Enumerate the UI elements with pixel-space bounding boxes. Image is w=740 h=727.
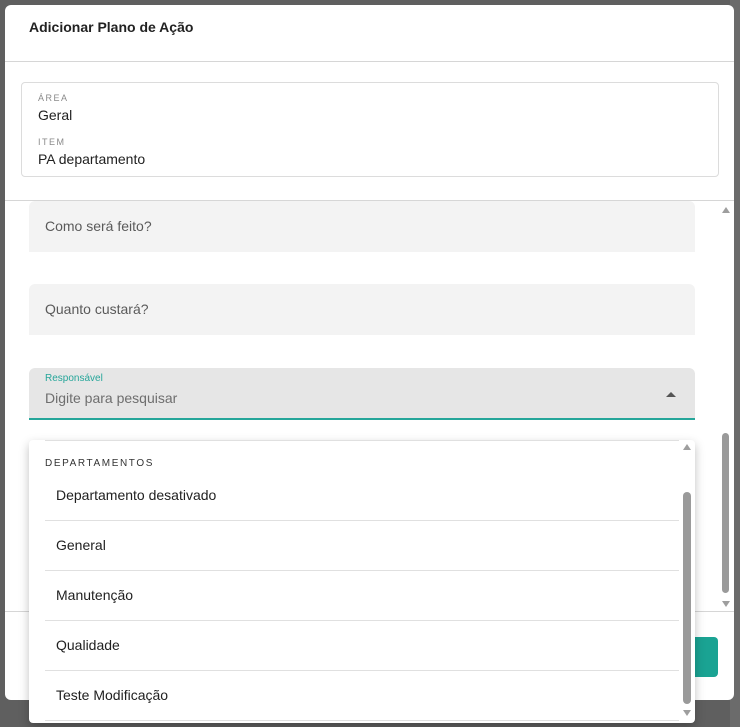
area-label: ÁREA	[38, 93, 69, 103]
responsavel-dropdown-menu: DEPARTAMENTOS Departamento desativado Ge…	[29, 440, 695, 723]
menu-item-teste-modificacao[interactable]: Teste Modificação	[45, 671, 679, 721]
menu-item-qualidade[interactable]: Qualidade	[45, 621, 679, 671]
menu-item-general[interactable]: General	[45, 521, 679, 571]
caret-up-icon[interactable]	[666, 392, 676, 397]
responsavel-field[interactable]: Responsável Digite para pesquisar	[29, 368, 695, 420]
menu-item-label: General	[56, 537, 106, 553]
menu-scroll-up-arrow-icon[interactable]	[683, 444, 691, 450]
info-card: ÁREA Geral ITEM PA departamento	[21, 82, 719, 177]
menu-scrollbar[interactable]	[682, 440, 694, 723]
menu-top-divider	[45, 440, 679, 441]
menu-group-header: DEPARTAMENTOS	[45, 458, 154, 469]
quanto-custara-field[interactable]: Quanto custará?	[29, 284, 695, 335]
menu-item-departamento-desativado[interactable]: Departamento desativado	[45, 471, 679, 521]
responsavel-search-input[interactable]: Digite para pesquisar	[45, 390, 177, 406]
menu-item-label: Teste Modificação	[56, 687, 169, 703]
area-value: Geral	[38, 107, 73, 123]
menu-scroll-down-arrow-icon[interactable]	[683, 710, 691, 716]
item-value: PA departamento	[38, 151, 146, 167]
menu-item-label: Qualidade	[56, 637, 120, 653]
menu-item-manutencao[interactable]: Manutenção	[45, 571, 679, 621]
form-scrollbar[interactable]	[721, 205, 731, 610]
menu-item-label: Departamento desativado	[56, 487, 217, 503]
title-divider	[5, 61, 734, 62]
scroll-down-arrow-icon[interactable]	[722, 601, 730, 607]
form-scrollbar-thumb[interactable]	[722, 433, 729, 593]
quanto-custara-label: Quanto custará?	[45, 301, 149, 317]
menu-item-label: Manutenção	[56, 587, 134, 603]
responsavel-label: Responsável	[45, 373, 103, 384]
como-sera-feito-label: Como será feito?	[45, 218, 152, 234]
menu-scrollbar-thumb[interactable]	[683, 492, 691, 704]
scroll-up-arrow-icon[interactable]	[722, 207, 730, 213]
como-sera-feito-field[interactable]: Como será feito?	[29, 201, 695, 252]
dialog-title: Adicionar Plano de Ação	[29, 19, 194, 35]
item-label: ITEM	[38, 137, 66, 147]
